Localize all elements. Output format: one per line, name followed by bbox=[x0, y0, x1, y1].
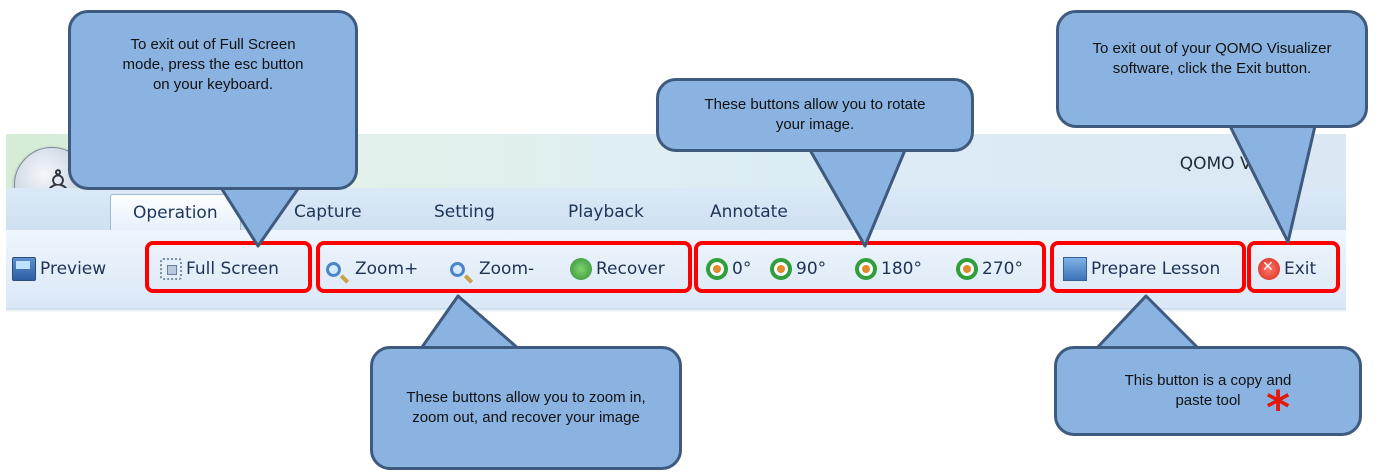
callout-zoom: These buttons allow you to zoom in, zoom… bbox=[370, 346, 682, 470]
callout-lesson: This button is a copy and paste tool bbox=[1054, 346, 1362, 436]
callout-full-screen: To exit out of Full Screen mode, press t… bbox=[68, 10, 358, 190]
callout-exit: To exit out of your QOMO Visualizer soft… bbox=[1056, 10, 1368, 128]
callout-rotate: These buttons allow you to rotate your i… bbox=[656, 78, 974, 152]
callout-zoom-text: These buttons allow you to zoom in, zoom… bbox=[406, 389, 646, 426]
callout-full-screen-text: To exit out of Full Screen mode, press t… bbox=[122, 36, 304, 93]
callout-exit-text: To exit out of your QOMO Visualizer soft… bbox=[1092, 40, 1332, 77]
callout-rotate-text: These buttons allow you to rotate your i… bbox=[704, 96, 926, 133]
asterisk-mark: * bbox=[1266, 381, 1291, 435]
